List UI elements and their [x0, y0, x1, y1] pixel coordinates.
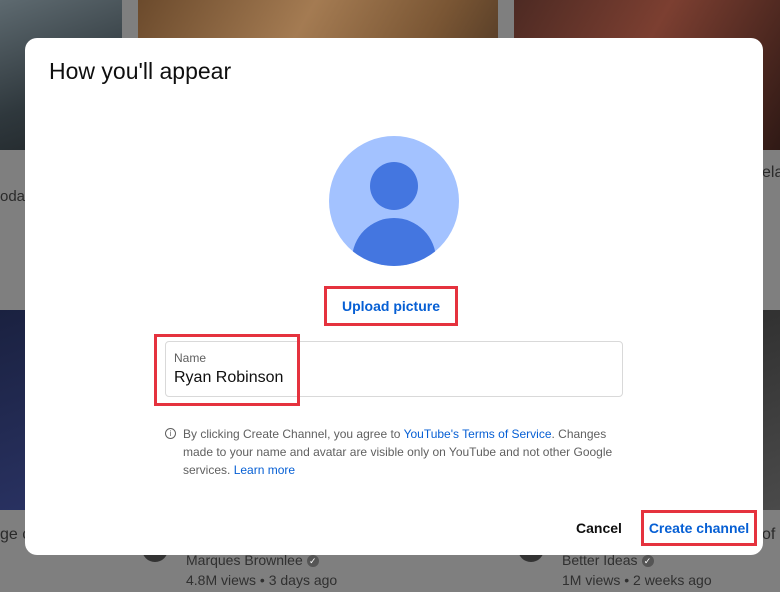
- verified-badge-icon: ✓: [641, 555, 654, 567]
- default-avatar-icon: [329, 136, 459, 266]
- learn-more-link[interactable]: Learn more: [234, 463, 295, 477]
- avatar-body-shape: [352, 218, 436, 266]
- name-input[interactable]: Ryan Robinson: [174, 369, 283, 387]
- verified-badge-icon: ✓: [306, 555, 319, 567]
- info-icon: i: [165, 428, 176, 439]
- video-meta: 4.8M views • 3 days ago: [186, 572, 338, 588]
- video-title-fragment: ela: [762, 164, 780, 181]
- avatar-head-shape: [370, 162, 418, 210]
- video-title-fragment: of: [762, 526, 776, 543]
- upload-picture-button[interactable]: Upload picture: [324, 286, 458, 326]
- dialog-title: How you'll appear: [49, 58, 232, 84]
- terms-notice: i By clicking Create Channel, you agree …: [165, 425, 625, 479]
- video-meta: 1M views • 2 weeks ago: [562, 572, 712, 588]
- cancel-button[interactable]: Cancel: [569, 513, 629, 543]
- terms-text: By clicking Create Channel, you agree to…: [183, 427, 613, 477]
- create-channel-button[interactable]: Create channel: [641, 510, 757, 546]
- name-field[interactable]: Name Ryan Robinson: [165, 341, 623, 397]
- name-field-label: Name: [174, 351, 207, 365]
- create-channel-dialog: How you'll appear Upload picture Name Ry…: [25, 38, 763, 555]
- terms-of-service-link[interactable]: YouTube's Terms of Service: [404, 427, 552, 441]
